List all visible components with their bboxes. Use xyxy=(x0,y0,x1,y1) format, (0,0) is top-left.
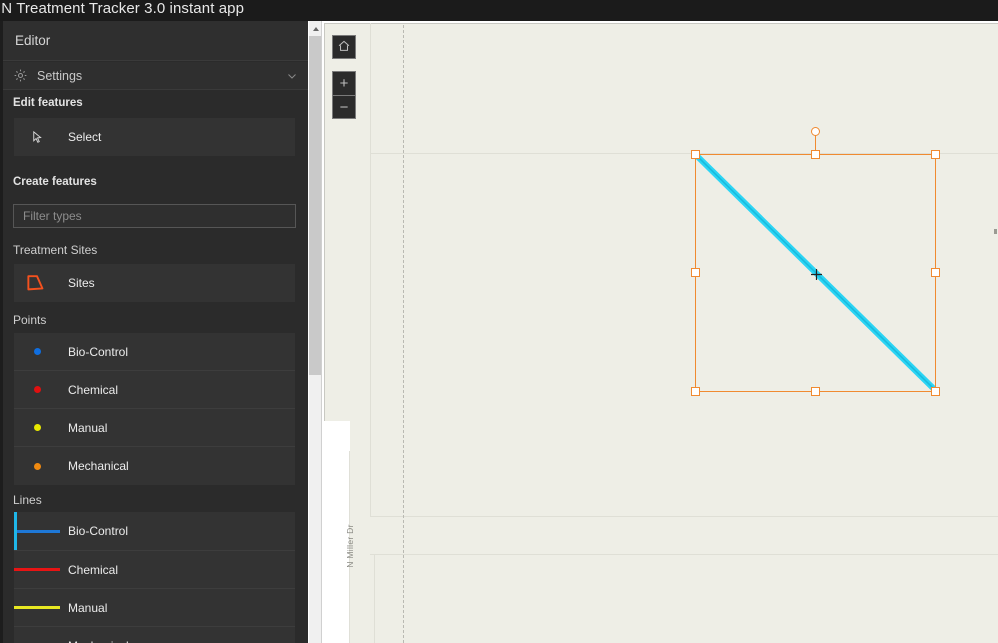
select-tool-button[interactable]: Select xyxy=(14,118,295,156)
parcel-line xyxy=(370,23,371,517)
cursor-arrow-icon xyxy=(14,130,60,145)
resize-handle-bottom-left[interactable] xyxy=(691,387,700,396)
point-symbol-icon xyxy=(14,386,60,393)
resize-handle-middle-left[interactable] xyxy=(691,268,700,277)
feature-template-label: Chemical xyxy=(68,562,119,577)
sidebar-edge-strip xyxy=(0,21,3,643)
resize-handle-top-center[interactable] xyxy=(811,150,820,159)
feature-template-line-mechanical[interactable]: Mechanical xyxy=(14,626,295,643)
section-create-features: Create features xyxy=(3,171,308,193)
gear-icon xyxy=(13,68,28,83)
point-symbol-icon xyxy=(14,348,60,355)
parcel-line xyxy=(370,516,998,517)
map-edge-artifact xyxy=(994,229,997,234)
section-edit-features: Edit features xyxy=(3,92,308,114)
map-controls: + − xyxy=(332,35,356,119)
feature-template-line-manual[interactable]: Manual xyxy=(14,588,295,626)
filter-types-input[interactable]: Filter types xyxy=(13,204,296,228)
resize-handle-top-left[interactable] xyxy=(691,150,700,159)
feature-template-label: Sites xyxy=(68,276,95,290)
resize-handle-bottom-center[interactable] xyxy=(811,387,820,396)
resize-handle-bottom-right[interactable] xyxy=(931,387,940,396)
feature-template-label: Manual xyxy=(68,600,108,615)
parcel-line xyxy=(370,554,998,555)
feature-template-point-mechanical[interactable]: Mechanical xyxy=(14,446,295,485)
resize-handle-top-right[interactable] xyxy=(931,150,940,159)
settings-row[interactable]: Settings xyxy=(3,62,308,90)
rotate-handle[interactable] xyxy=(811,127,820,136)
polygon-icon xyxy=(14,273,60,293)
feature-template-label: Manual xyxy=(68,420,108,435)
panel-title: Editor xyxy=(3,21,308,61)
chevron-down-icon[interactable] xyxy=(286,70,298,82)
selected-indicator xyxy=(14,512,17,550)
feature-template-label: Mechanical xyxy=(68,459,129,473)
feature-template-point-bio-control[interactable]: Bio-Control xyxy=(14,333,295,370)
line-symbol-icon xyxy=(14,529,60,533)
resize-handle-middle-right[interactable] xyxy=(931,268,940,277)
line-symbol-icon xyxy=(14,606,60,609)
feature-template-label: Chemical xyxy=(68,382,119,397)
window-title-bar: IN Treatment Tracker 3.0 instant app xyxy=(0,0,998,21)
app-window: IN Treatment Tracker 3.0 instant app Edi… xyxy=(0,0,998,643)
group-heading-lines: Lines xyxy=(3,489,308,511)
group-heading-points: Points xyxy=(3,309,308,331)
mouse-cursor xyxy=(811,269,822,280)
point-symbol-icon xyxy=(14,424,60,431)
zoom-in-button[interactable]: + xyxy=(332,71,356,95)
settings-label: Settings xyxy=(37,68,83,83)
feature-template-label: Bio-Control xyxy=(68,344,129,359)
window-title: IN Treatment Tracker 3.0 instant app xyxy=(0,0,245,17)
editor-sidebar: Editor Settings Edit features Select Cre… xyxy=(0,21,320,643)
group-heading-treatment-sites: Treatment Sites xyxy=(3,239,308,261)
boundary-dashed-line xyxy=(403,25,404,643)
feature-template-label: Bio-Control xyxy=(68,524,129,538)
select-tool-label: Select xyxy=(68,130,102,144)
feature-template-point-chemical[interactable]: Chemical xyxy=(14,370,295,408)
line-symbol-icon xyxy=(14,568,60,571)
home-icon xyxy=(337,39,351,56)
street-label: N Miller Dr xyxy=(345,524,355,568)
feature-template-label: Mechanical xyxy=(60,639,129,643)
map-canvas[interactable]: N Miller Dr + − xyxy=(322,21,998,643)
chevron-up-icon xyxy=(312,27,319,31)
feature-template-point-manual[interactable]: Manual xyxy=(14,408,295,446)
home-button[interactable] xyxy=(332,35,356,59)
point-symbol-icon xyxy=(14,462,60,470)
feature-template-line-chemical[interactable]: Chemical xyxy=(14,550,295,588)
parcel-line xyxy=(374,554,375,643)
feature-template-sites[interactable]: Sites xyxy=(14,264,295,302)
feature-template-line-bio-control[interactable]: Bio-Control xyxy=(14,512,295,550)
zoom-out-button[interactable]: − xyxy=(332,95,356,119)
